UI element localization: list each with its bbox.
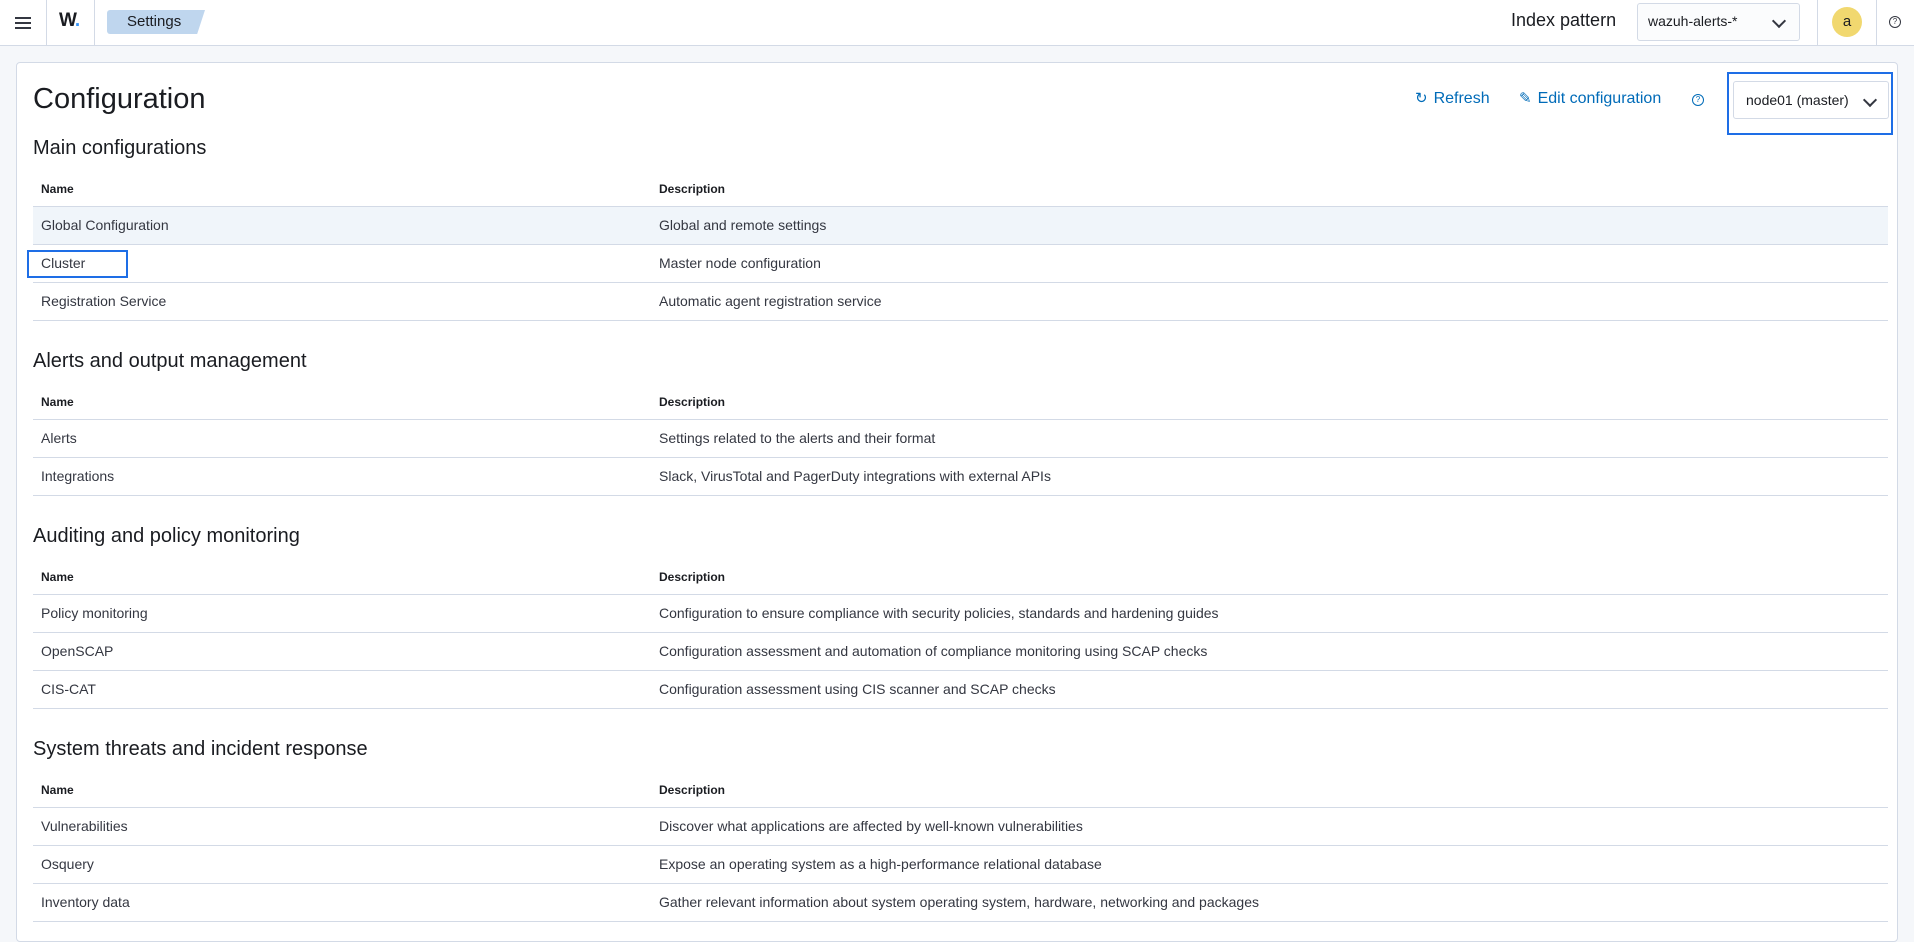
- divider: [33, 320, 1888, 321]
- table-row-name[interactable]: Cluster: [41, 255, 85, 271]
- table-row-description: Discover what applications are affected …: [659, 818, 1083, 834]
- divider: [1817, 0, 1818, 46]
- table-row-description: Expose an operating system as a high-per…: [659, 856, 1102, 872]
- divider: [33, 921, 1888, 922]
- section-title: System threats and incident response: [33, 738, 368, 760]
- table-row-name[interactable]: Integrations: [41, 468, 114, 484]
- divider: [94, 0, 95, 46]
- page-title: Configuration: [33, 83, 206, 115]
- table-row-name[interactable]: Vulnerabilities: [41, 818, 128, 834]
- help-icon[interactable]: ?: [1692, 94, 1704, 106]
- column-header-description[interactable]: Description: [659, 182, 725, 196]
- chevron-down-icon: [1771, 13, 1787, 29]
- table-row-name[interactable]: CIS-CAT: [41, 681, 96, 697]
- configuration-panel: [16, 62, 1898, 942]
- table-row-name[interactable]: Policy monitoring: [41, 605, 148, 621]
- edit-configuration-button[interactable]: ✎ Edit configuration: [1519, 89, 1661, 108]
- table-row-name[interactable]: Alerts: [41, 430, 77, 446]
- refresh-label: Refresh: [1433, 90, 1490, 107]
- table-row-description: Automatic agent registration service: [659, 293, 882, 309]
- node-select-value: node01 (master): [1746, 92, 1849, 108]
- node-select[interactable]: node01 (master): [1733, 81, 1889, 119]
- table-row-description: Master node configuration: [659, 255, 821, 271]
- column-header-description[interactable]: Description: [659, 783, 725, 797]
- table-row-description: Configuration to ensure compliance with …: [659, 605, 1219, 621]
- section-title: Main configurations: [33, 137, 207, 159]
- table-row-name[interactable]: Registration Service: [41, 293, 166, 309]
- index-pattern-value: wazuh-alerts-*: [1648, 13, 1738, 29]
- divider: [33, 244, 1888, 245]
- divider: [33, 807, 1888, 808]
- wazuh-logo[interactable]: W.: [59, 10, 80, 32]
- top-bar: W. Settings Index pattern wazuh-alerts-*…: [0, 0, 1914, 46]
- divider: [33, 845, 1888, 846]
- column-header-name[interactable]: Name: [41, 570, 74, 584]
- avatar[interactable]: a: [1832, 7, 1862, 37]
- index-pattern-label: Index pattern: [1511, 10, 1617, 30]
- section-title: Alerts and output management: [33, 350, 307, 372]
- divider: [33, 670, 1888, 671]
- column-header-description[interactable]: Description: [659, 570, 725, 584]
- divider: [46, 0, 47, 46]
- divider: [1876, 0, 1877, 46]
- table-row-description: Configuration assessment using CIS scann…: [659, 681, 1056, 697]
- table-row-name[interactable]: Global Configuration: [41, 217, 169, 233]
- table-row-description: Configuration assessment and automation …: [659, 643, 1208, 659]
- column-header-name[interactable]: Name: [41, 395, 74, 409]
- help-icon[interactable]: ?: [1889, 16, 1901, 28]
- divider: [33, 883, 1888, 884]
- table-row-description: Global and remote settings: [659, 217, 827, 233]
- column-header-name[interactable]: Name: [41, 182, 74, 196]
- refresh-icon: ↻: [1415, 90, 1428, 107]
- table-row-description: Settings related to the alerts and their…: [659, 430, 936, 446]
- edit-configuration-label: Edit configuration: [1537, 90, 1662, 107]
- section-title: Auditing and policy monitoring: [33, 525, 300, 547]
- divider: [33, 495, 1888, 496]
- table-row-name[interactable]: Inventory data: [41, 894, 130, 910]
- table-row-name[interactable]: OpenSCAP: [41, 643, 113, 659]
- row-hover-highlight: [33, 207, 1888, 244]
- divider: [33, 594, 1888, 595]
- chevron-down-icon: [1862, 92, 1878, 108]
- refresh-button[interactable]: ↻ Refresh: [1415, 89, 1490, 108]
- breadcrumb-settings[interactable]: Settings: [107, 10, 205, 34]
- divider: [33, 457, 1888, 458]
- column-header-name[interactable]: Name: [41, 783, 74, 797]
- divider: [33, 282, 1888, 283]
- column-header-description[interactable]: Description: [659, 395, 725, 409]
- index-pattern-select[interactable]: wazuh-alerts-*: [1637, 3, 1800, 41]
- divider: [33, 708, 1888, 709]
- divider: [33, 419, 1888, 420]
- pencil-icon: ✎: [1519, 90, 1532, 107]
- table-row-description: Slack, VirusTotal and PagerDuty integrat…: [659, 468, 1051, 484]
- divider: [33, 632, 1888, 633]
- table-row-name[interactable]: Osquery: [41, 856, 94, 872]
- menu-icon[interactable]: [12, 12, 34, 34]
- table-row-description: Gather relevant information about system…: [659, 894, 1259, 910]
